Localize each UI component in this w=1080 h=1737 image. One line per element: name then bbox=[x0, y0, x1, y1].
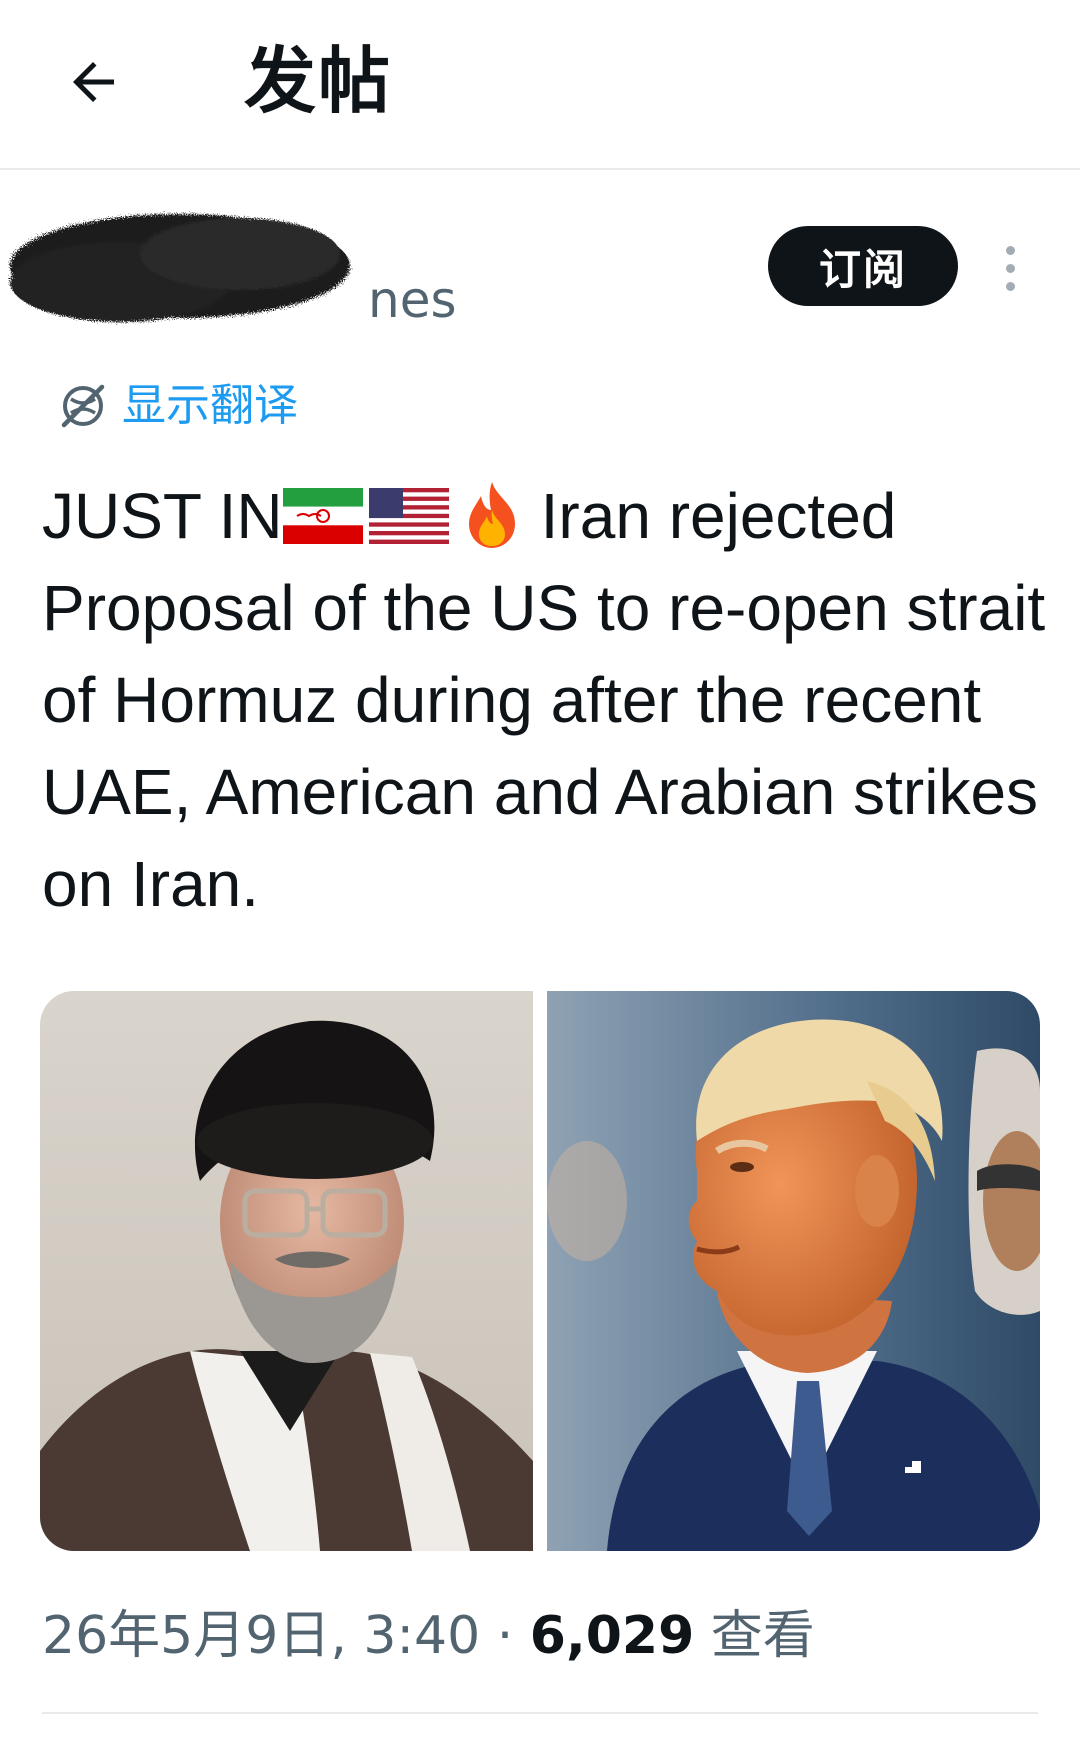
subscribe-button[interactable]: 订阅 bbox=[768, 226, 958, 306]
translate-globe-icon bbox=[61, 384, 105, 428]
post-media-grid bbox=[40, 991, 1040, 1551]
vertical-ellipsis-icon-dot bbox=[1005, 281, 1015, 291]
post-meta-row: 26年5月9日, 3:40 · 6,029 查看 bbox=[42, 1604, 815, 1668]
post-views-label: 查看 bbox=[710, 1606, 815, 1666]
us-flag-emoji bbox=[368, 488, 449, 544]
post-timestamp[interactable]: 26年5月9日, 3:40 bbox=[42, 1606, 480, 1666]
show-translation-label: 显示翻译 bbox=[122, 380, 298, 431]
post-body-text: JUST IN Iran rejected Proposal of the US… bbox=[42, 470, 1052, 930]
iran-flag-emoji bbox=[282, 488, 363, 544]
vertical-ellipsis-icon bbox=[1005, 245, 1015, 255]
page-title: 发帖 bbox=[244, 39, 393, 123]
fire-emoji bbox=[468, 482, 515, 548]
post-views-count: 6,029 bbox=[529, 1606, 695, 1666]
post-author-row: nes 订阅 bbox=[0, 186, 1080, 356]
post-text-prefix: JUST IN bbox=[42, 480, 283, 552]
post-text-line1-rest: Iran rejected bbox=[540, 480, 897, 552]
post-text-rest: Proposal of the US to re-open strait of … bbox=[42, 572, 1046, 920]
vertical-ellipsis-icon-dot bbox=[1005, 263, 1015, 273]
more-options-button[interactable] bbox=[990, 228, 1030, 308]
show-translation-link[interactable]: 显示翻译 bbox=[56, 376, 298, 436]
top-bar: 发帖 bbox=[0, 0, 1080, 170]
meta-separator: · bbox=[480, 1606, 530, 1666]
divider bbox=[42, 1712, 1038, 1714]
arrow-left-icon bbox=[73, 62, 114, 102]
redacted-author-scribble bbox=[10, 214, 350, 322]
media-photo-cleric[interactable] bbox=[40, 991, 533, 1551]
media-photo-politician[interactable] bbox=[547, 991, 1040, 1551]
back-button[interactable] bbox=[52, 40, 136, 124]
author-handle-fragment[interactable]: nes bbox=[368, 270, 457, 330]
